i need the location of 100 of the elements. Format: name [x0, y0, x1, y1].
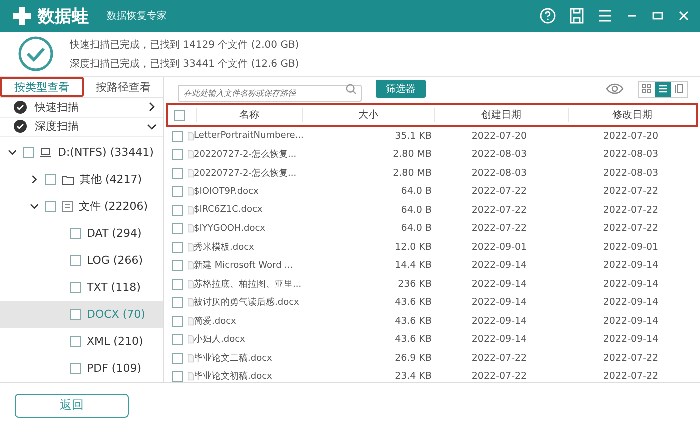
- table-cell-text: 2022-07-22: [602, 352, 660, 364]
- drive-icon: [40, 148, 52, 158]
- chevron-down-icon[interactable]: [30, 202, 39, 211]
- column-header[interactable]: 名称: [196, 108, 302, 122]
- checkbox[interactable]: [172, 260, 183, 272]
- table-cell-text: 2022-09-14: [602, 278, 660, 290]
- help-icon[interactable]: [540, 8, 556, 24]
- checkbox[interactable]: [172, 130, 183, 142]
- tree-item[interactable]: TXT (118): [0, 274, 163, 301]
- file-icon: [188, 371, 194, 382]
- table-cell-text: 2022-07-22: [470, 371, 528, 382]
- document-icon: [62, 201, 73, 212]
- table-cell-text: 2022-08-03: [602, 149, 660, 160]
- tree-item[interactable]: PDF (109): [0, 355, 163, 382]
- table-cell-text: 20220727-2-怎么恢复...: [194, 148, 298, 162]
- maximize-icon[interactable]: [652, 10, 664, 22]
- checkbox[interactable]: [172, 371, 183, 382]
- file-icon: [188, 168, 194, 179]
- select-all-checkbox[interactable]: [174, 110, 185, 120]
- close-icon[interactable]: [678, 10, 690, 22]
- checkbox[interactable]: [172, 297, 183, 308]
- table-cell-text: 2022-09-14: [602, 260, 660, 272]
- table-cell-text: 被讨厌的勇气读后感.docx: [194, 296, 300, 310]
- view-tab[interactable]: 按类型查看: [0, 77, 84, 98]
- scan-result-text: 快速扫描已完成，已找到 14129 个文件 (2.00 GB): [70, 38, 300, 52]
- scan-item[interactable]: 深度扫描: [0, 118, 163, 137]
- checkbox[interactable]: [172, 334, 183, 346]
- table-cell-text: 12.0 KB: [394, 242, 432, 253]
- tree-item[interactable]: 文件 (22206): [0, 193, 163, 220]
- checkbox[interactable]: [172, 352, 183, 364]
- checkbox[interactable]: [70, 255, 81, 266]
- checkbox[interactable]: [172, 186, 183, 198]
- list-view-button[interactable]: [655, 82, 671, 96]
- table-cell-text: 2022-09-14: [470, 316, 528, 327]
- file-icon: [188, 242, 194, 253]
- column-header[interactable]: 创建日期: [434, 108, 568, 122]
- table-cell-text: 64.0 B: [400, 223, 432, 234]
- checkbox[interactable]: [172, 278, 183, 290]
- checkbox[interactable]: [172, 168, 183, 179]
- checkbox[interactable]: [172, 316, 183, 327]
- table-cell-text: 2022-07-20: [602, 130, 660, 142]
- cross-logo-icon: [12, 6, 32, 26]
- chevron-down-icon[interactable]: [8, 148, 17, 157]
- table-cell-text: 23.4 KB: [394, 371, 432, 382]
- table-cell-text: 毕业论文二稿.docx: [194, 352, 274, 365]
- checkbox[interactable]: [70, 363, 81, 374]
- scan-item[interactable]: 快速扫描: [0, 98, 163, 118]
- table-cell-text: 64.0 B: [400, 204, 432, 216]
- table-cell-text: 秀米模板.docx: [194, 242, 256, 254]
- checkbox[interactable]: [70, 336, 81, 347]
- panel-icon: [674, 84, 684, 94]
- tree-item[interactable]: 其他 (4217): [0, 166, 163, 193]
- check-circle-icon: [14, 120, 27, 134]
- tree-item[interactable]: DAT (294): [0, 220, 163, 247]
- folder-icon: [62, 174, 74, 184]
- checkbox[interactable]: [45, 174, 56, 185]
- table-cell-text: 小妇人.docx: [194, 334, 246, 346]
- checkbox[interactable]: [23, 147, 34, 158]
- tree-item[interactable]: XML (210): [0, 328, 163, 355]
- table-cell-text: 2022-09-01: [602, 242, 660, 253]
- table-cell-text: $IYYGOOH.docx: [194, 224, 266, 234]
- checkbox[interactable]: [70, 282, 81, 293]
- table-cell-text: 2022-07-22: [470, 186, 528, 198]
- table-cell-text: $IOIOT9P.docx: [194, 186, 260, 197]
- list-icon: [658, 84, 668, 94]
- table-cell-text: LetterPortraitNumbere...: [194, 131, 305, 142]
- table-cell-text: 64.0 B: [400, 186, 432, 198]
- column-header[interactable]: 大小: [302, 108, 434, 122]
- checkbox[interactable]: [70, 309, 81, 320]
- file-icon: [188, 334, 194, 346]
- scan-result-text: 深度扫描已完成，已找到 33441 个文件 (12.6 GB): [70, 58, 300, 70]
- table-cell-text: 毕业论文初稿.docx: [194, 370, 274, 382]
- app-subtitle: 数据恢复专家: [107, 10, 167, 23]
- table-cell-text: 2022-09-14: [602, 334, 660, 346]
- table-cell-text: 43.6 KB: [394, 316, 432, 327]
- table-cell-text: 2022-07-22: [470, 204, 528, 216]
- column-header[interactable]: 修改日期: [568, 108, 696, 122]
- file-icon: [188, 204, 194, 216]
- grid-icon: [642, 84, 652, 94]
- table-cell-text: 35.1 KB: [394, 130, 432, 142]
- eye-icon[interactable]: [606, 83, 624, 95]
- table-cell-text: 20220727-2-怎么恢复...: [194, 168, 298, 180]
- chevron-right-icon[interactable]: [30, 175, 39, 184]
- checkmark-circle-icon: [18, 36, 54, 72]
- filter-button[interactable]: 筛选器: [376, 80, 426, 98]
- file-icon: [188, 130, 194, 142]
- tree-item[interactable]: D:(NTFS) (33441): [0, 139, 163, 166]
- search-field[interactable]: 在此处输入文件名称或保存路径: [178, 84, 362, 102]
- checkbox[interactable]: [172, 204, 183, 216]
- save-icon[interactable]: [570, 8, 584, 24]
- checkbox[interactable]: [172, 223, 183, 234]
- menu-icon[interactable]: [598, 9, 612, 23]
- table-cell-text: 2022-07-20: [470, 130, 528, 142]
- search-icon: [346, 84, 357, 94]
- checkbox[interactable]: [172, 242, 183, 253]
- checkbox[interactable]: [70, 228, 81, 239]
- app-name: 数据蛙: [38, 6, 89, 28]
- tree-item[interactable]: LOG (266): [0, 247, 163, 274]
- checkbox[interactable]: [45, 201, 56, 212]
- checkbox[interactable]: [172, 149, 183, 160]
